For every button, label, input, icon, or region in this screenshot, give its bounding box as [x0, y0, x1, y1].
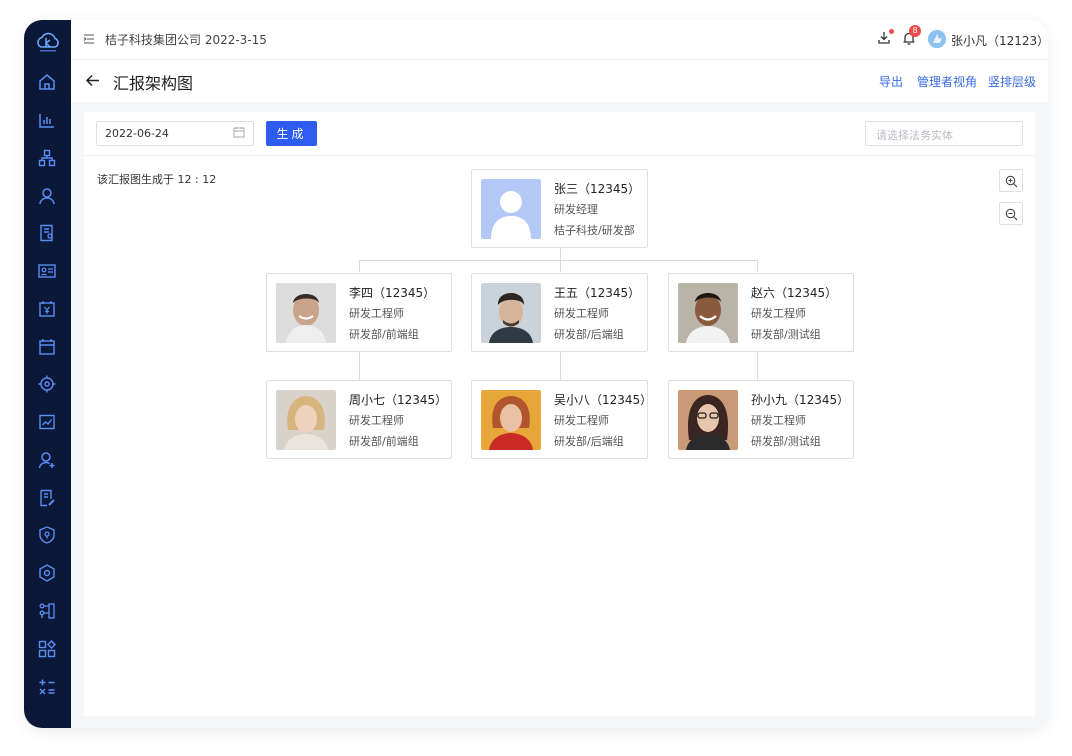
connector-line [560, 248, 561, 260]
org-card-level3-2[interactable]: 吴小八（12345） 研发工程师 研发部/后端组 [471, 380, 652, 459]
generate-button[interactable]: 生成 [266, 121, 317, 146]
home-icon[interactable] [37, 72, 57, 92]
org-card-level2-2[interactable]: 王五（12345） 研发工程师 研发部/后端组 [471, 273, 648, 352]
org-card-level2-1[interactable]: 李四（12345） 研发工程师 研发部/前端组 [266, 273, 452, 352]
top-bar: 桔子科技集团公司 2022-3-15 8 张小凡（12123） [71, 20, 1048, 60]
content-panel: 2022-06-24 生成 请选择法务实体 该汇报图生成于 12 : 12 张三… [84, 112, 1035, 716]
connector-line [757, 260, 758, 272]
employee-dept: 研发部/前端组 [349, 435, 419, 448]
employee-photo [481, 390, 541, 450]
employee-name: 周小七（12345） [349, 393, 448, 407]
company-date-label: 桔子科技集团公司 2022-3-15 [105, 33, 267, 47]
org-card-level3-3[interactable]: 孙小九（12345） 研发工程师 研发部/测试组 [668, 380, 854, 459]
calendar-icon[interactable] [37, 337, 57, 357]
trend-chart-icon[interactable] [37, 412, 57, 432]
app-logo-icon [37, 32, 59, 52]
employee-role: 研发工程师 [349, 414, 404, 427]
connector-line [560, 352, 561, 380]
employee-photo [678, 390, 738, 450]
legal-entity-select[interactable]: 请选择法务实体 [865, 121, 1023, 146]
app-frame: 桔子科技集团公司 2022-3-15 8 张小凡（12123） 汇报架构图 导出… [24, 20, 1048, 728]
employee-dept: 桔子科技/研发部 [554, 224, 635, 237]
user-avatar[interactable] [928, 30, 946, 48]
generated-time-note: 该汇报图生成于 12 : 12 [97, 173, 217, 186]
flow-icon[interactable] [37, 601, 57, 621]
employee-name: 孙小九（12345） [751, 393, 850, 407]
org-structure-icon[interactable] [37, 148, 57, 168]
apps-icon[interactable] [37, 639, 57, 659]
user-add-icon[interactable] [37, 450, 57, 470]
employee-dept: 研发部/测试组 [751, 328, 821, 341]
employee-name: 李四（12345） [349, 286, 436, 300]
hexagon-settings-icon[interactable] [37, 563, 57, 583]
connector-line [359, 352, 360, 380]
employee-name: 吴小八（12345） [554, 393, 653, 407]
org-card-level3-1[interactable]: 周小七（12345） 研发工程师 研发部/前端组 [266, 380, 452, 459]
user-icon[interactable] [37, 186, 57, 206]
employee-dept: 研发部/测试组 [751, 435, 821, 448]
menu-collapse-icon[interactable] [83, 33, 95, 45]
zoom-out-button[interactable] [999, 202, 1023, 225]
page-title: 汇报架构图 [113, 74, 194, 93]
employee-dept: 研发部/后端组 [554, 328, 624, 341]
download-dot [889, 29, 894, 34]
document-user-icon[interactable] [37, 223, 57, 243]
connector-line [757, 352, 758, 380]
target-icon[interactable] [37, 374, 57, 394]
id-card-icon[interactable] [37, 261, 57, 281]
calendar-yen-icon[interactable] [37, 299, 57, 319]
notification-badge: 8 [909, 25, 921, 37]
employee-dept: 研发部/前端组 [349, 328, 419, 341]
employee-role: 研发工程师 [554, 414, 609, 427]
manager-view-link[interactable]: 管理者视角 [917, 73, 977, 90]
employee-name: 王五（12345） [554, 286, 641, 300]
employee-dept: 研发部/后端组 [554, 435, 624, 448]
connector-line [560, 260, 561, 272]
employee-role: 研发工程师 [554, 307, 609, 320]
employee-name: 赵六（12345） [751, 286, 838, 300]
connector-line [359, 260, 757, 261]
org-card-root[interactable]: 张三（12345） 研发经理 桔子科技/研发部 [471, 169, 648, 248]
arrow-left-icon[interactable] [85, 73, 100, 88]
zoom-in-button[interactable] [999, 169, 1023, 192]
employee-photo [678, 283, 738, 343]
vertical-levels-link[interactable]: 竖排层级 [988, 73, 1036, 90]
employee-photo [481, 283, 541, 343]
employee-photo [276, 390, 336, 450]
document-edit-icon[interactable] [37, 488, 57, 508]
date-picker-input[interactable]: 2022-06-24 [96, 121, 254, 146]
employee-name: 张三（12345） [554, 182, 641, 196]
employee-role: 研发经理 [554, 203, 598, 216]
calculator-icon[interactable] [37, 677, 57, 697]
employee-role: 研发工程师 [349, 307, 404, 320]
connector-line [359, 260, 360, 272]
sidebar [24, 20, 71, 728]
calendar-icon[interactable] [233, 126, 245, 138]
bar-chart-icon[interactable] [37, 110, 57, 130]
zoom-out-icon [1005, 208, 1018, 221]
filter-toolbar: 2022-06-24 生成 请选择法务实体 [84, 112, 1035, 156]
employee-role: 研发工程师 [751, 414, 806, 427]
export-link[interactable]: 导出 [879, 73, 903, 90]
employee-photo [276, 283, 336, 343]
user-name[interactable]: 张小凡（12123） [951, 32, 1048, 49]
org-card-level2-3[interactable]: 赵六（12345） 研发工程师 研发部/测试组 [668, 273, 854, 352]
zoom-in-icon [1005, 175, 1018, 188]
main-area: 桔子科技集团公司 2022-3-15 8 张小凡（12123） 汇报架构图 导出… [71, 20, 1048, 728]
employee-role: 研发工程师 [751, 307, 806, 320]
placeholder-avatar-icon [481, 179, 541, 239]
shield-icon[interactable] [37, 525, 57, 545]
page-header: 汇报架构图 导出 管理者视角 竖排层级 [71, 60, 1048, 102]
